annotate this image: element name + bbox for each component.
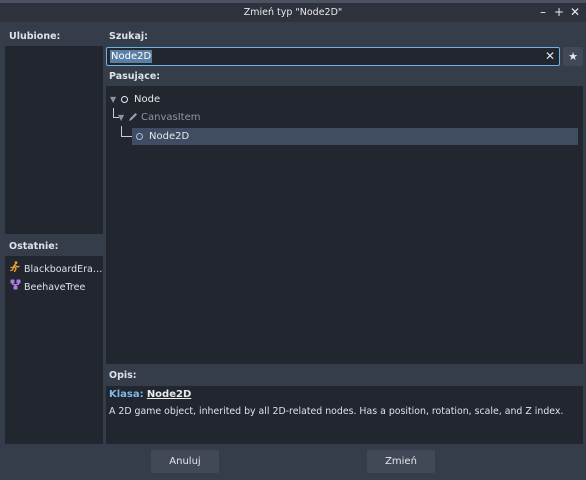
tree-item-node2d[interactable]: Node2D: [132, 128, 578, 145]
search-input[interactable]: Node2D ✕: [106, 47, 560, 66]
close-icon[interactable]: ✕: [568, 5, 582, 19]
tree-connector: [121, 126, 132, 137]
recent-item-label: BeehaveTree: [24, 282, 86, 293]
window-title: Zmień typ "Node2D": [243, 7, 343, 18]
search-value: Node2D: [110, 50, 153, 63]
search-label: Szukaj:: [109, 31, 148, 42]
cancel-button[interactable]: Anuluj: [151, 450, 219, 473]
tree-item-label: CanvasItem: [141, 112, 201, 123]
tree-item-node[interactable]: ▼ Node: [108, 91, 228, 108]
description-label: Opis:: [109, 370, 137, 381]
change-button[interactable]: Zmień: [367, 450, 435, 473]
maximize-icon[interactable]: +: [552, 5, 566, 19]
description-class: Klasa: Node2D: [109, 389, 191, 400]
recent-label: Ostatnie:: [9, 241, 59, 252]
minimize-icon[interactable]: –: [536, 5, 550, 19]
description-text: A 2D game object, inherited by all 2D-re…: [109, 406, 564, 417]
recent-item-beehave-tree[interactable]: BeehaveTree: [9, 279, 85, 295]
clear-icon[interactable]: ✕: [545, 48, 555, 65]
recent-item-label: BlackboardEra…: [24, 264, 103, 275]
matches-label: Pasujące:: [109, 71, 161, 82]
favorite-star-button[interactable]: ★: [563, 47, 583, 66]
tree-item-label: Node: [134, 94, 161, 105]
node-icon: [121, 91, 128, 108]
chevron-down-icon[interactable]: ▼: [118, 109, 124, 126]
star-icon: ★: [568, 50, 578, 63]
favorites-list[interactable]: [5, 46, 103, 234]
tree-item-canvasitem[interactable]: ▼ CanvasItem: [108, 109, 268, 126]
tree-item-label: Node2D: [149, 131, 190, 142]
tree-nodes-icon: [9, 279, 21, 296]
recent-item-blackboard-erase[interactable]: BlackboardEra…: [9, 261, 102, 277]
favorites-label: Ulubione:: [9, 31, 61, 42]
runner-icon: [9, 261, 21, 278]
class-link[interactable]: Node2D: [147, 389, 191, 400]
title-bar: Zmień typ "Node2D" – + ✕: [0, 3, 586, 22]
chevron-down-icon[interactable]: ▼: [110, 91, 116, 108]
node2d-icon: [136, 128, 143, 145]
pencil-icon: [128, 109, 138, 126]
class-key: Klasa:: [109, 389, 144, 400]
